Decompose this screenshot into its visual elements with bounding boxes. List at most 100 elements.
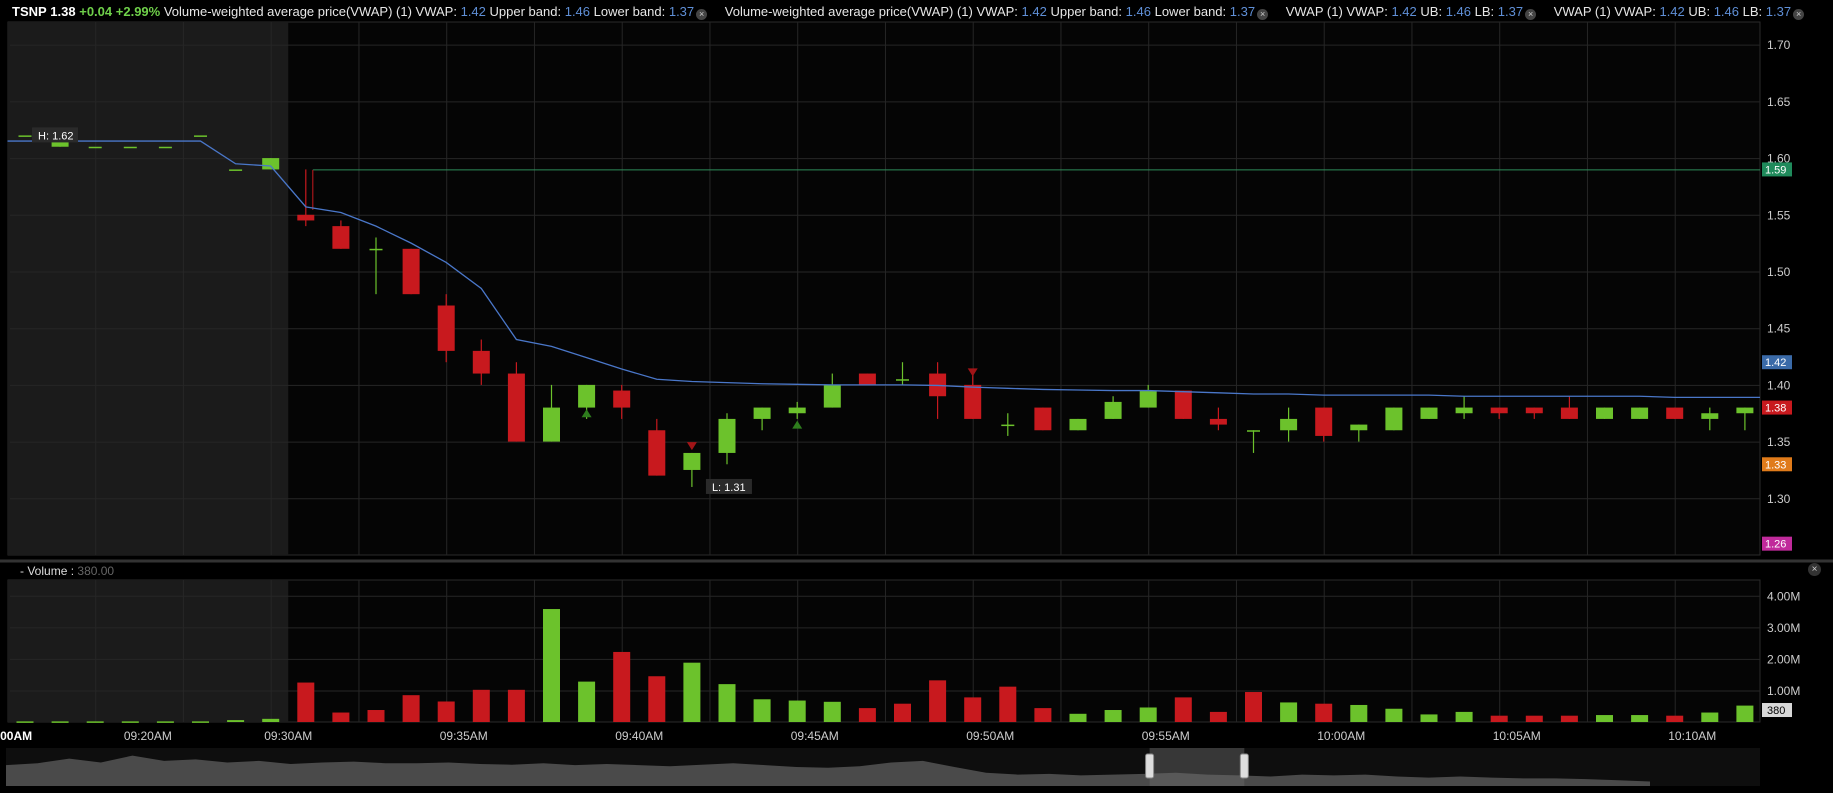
volume-bar bbox=[858, 708, 876, 722]
volume-bar bbox=[1420, 714, 1438, 722]
volume-bar bbox=[718, 684, 736, 722]
volume-bar bbox=[1350, 704, 1368, 722]
candle-body bbox=[402, 248, 420, 295]
volume-value: 380.00 bbox=[77, 564, 115, 578]
volume-bar bbox=[1490, 715, 1508, 722]
volume-axis-tick: 3.00M bbox=[1767, 621, 1800, 635]
time-axis-tick: 09:50AM bbox=[966, 729, 1014, 743]
candle-body bbox=[753, 407, 771, 419]
candle-body bbox=[718, 418, 736, 453]
volume-bar bbox=[683, 662, 701, 722]
time-axis-tick: 09:40AM bbox=[615, 729, 663, 743]
price-axis-tick: 1.65 bbox=[1767, 95, 1791, 109]
annotation-label: L: 1.31 bbox=[712, 482, 746, 494]
price-axis-tick: 1.35 bbox=[1767, 435, 1791, 449]
candle-body bbox=[1420, 407, 1438, 419]
candle-body bbox=[1315, 407, 1333, 436]
time-axis-tick: 10:05AM bbox=[1493, 729, 1541, 743]
candle-body bbox=[648, 430, 666, 476]
volume-panel-header: - Volume : 380.00 bbox=[20, 563, 114, 579]
candle-body bbox=[896, 379, 909, 381]
volume-bar bbox=[823, 701, 841, 722]
volume-axis-tick: 4.00M bbox=[1767, 589, 1800, 603]
price-axis-tick: 1.30 bbox=[1767, 492, 1791, 506]
volume-label: Volume bbox=[27, 564, 68, 578]
volume-bar bbox=[999, 686, 1017, 722]
volume-bar bbox=[472, 689, 490, 722]
candle-body bbox=[1455, 407, 1473, 414]
candle-body bbox=[1701, 413, 1719, 419]
navigator-handle[interactable] bbox=[1239, 753, 1249, 779]
volume-bar bbox=[1701, 712, 1719, 722]
navigator-handle[interactable] bbox=[1145, 753, 1155, 779]
volume-bar bbox=[192, 721, 209, 723]
candle-body bbox=[683, 452, 701, 470]
volume-bar bbox=[507, 689, 525, 722]
volume-bar bbox=[437, 701, 455, 722]
volume-bar bbox=[1209, 711, 1227, 722]
candle-body bbox=[1490, 407, 1508, 414]
volume-tag-label: 380 bbox=[1767, 705, 1785, 717]
candle-body bbox=[369, 248, 383, 251]
candle-body bbox=[613, 390, 631, 408]
volume-bar bbox=[648, 676, 666, 722]
candle-body bbox=[543, 407, 560, 442]
price-tag-label: 1.59 bbox=[1765, 164, 1786, 176]
volume-bar bbox=[1666, 715, 1684, 722]
volume-bar bbox=[1560, 715, 1578, 722]
time-axis-tick: 09:20AM bbox=[124, 729, 172, 743]
chart-canvas[interactable]: 1.701.651.601.551.501.451.401.351.304.00… bbox=[0, 0, 1833, 793]
volume-bar bbox=[753, 699, 771, 722]
price-tag-label: 1.33 bbox=[1765, 459, 1786, 471]
time-axis-tick: 09:30AM bbox=[264, 729, 312, 743]
candle-body bbox=[1209, 418, 1227, 425]
volume-bar bbox=[1631, 715, 1649, 722]
volume-bar bbox=[1174, 697, 1192, 722]
candle-body bbox=[1350, 424, 1368, 431]
volume-bar bbox=[929, 680, 947, 722]
close-icon[interactable]: × bbox=[1808, 563, 1821, 576]
volume-bar bbox=[1245, 692, 1262, 722]
price-axis-tick: 1.45 bbox=[1767, 322, 1791, 336]
volume-bar bbox=[227, 720, 245, 722]
collapse-toggle[interactable]: - bbox=[20, 564, 24, 578]
time-axis-tick: 09:45AM bbox=[791, 729, 839, 743]
volume-bar bbox=[1069, 713, 1087, 722]
candle-body bbox=[1666, 407, 1684, 419]
candle-body bbox=[858, 373, 876, 385]
volume-bar bbox=[1104, 710, 1122, 722]
volume-bar bbox=[894, 703, 911, 722]
candle-body bbox=[472, 350, 490, 374]
chart-window: TSNP 1.38 +0.04 +2.99% Volume-weighted a… bbox=[0, 0, 1833, 793]
volume-bar bbox=[156, 721, 174, 723]
volume-bar bbox=[578, 681, 596, 722]
candle-body bbox=[194, 135, 207, 137]
candle-body bbox=[1034, 407, 1052, 431]
volume-bar bbox=[367, 710, 385, 722]
volume-separator: : bbox=[70, 564, 75, 578]
price-tag-label: 1.26 bbox=[1765, 539, 1786, 551]
time-axis-tick: 10:10AM bbox=[1668, 729, 1716, 743]
candle-body bbox=[1174, 390, 1192, 419]
candle-body bbox=[158, 146, 172, 149]
price-axis-tick: 1.50 bbox=[1767, 265, 1791, 279]
candle-body bbox=[297, 214, 315, 221]
candle-body bbox=[229, 169, 243, 171]
price-tag-label: 1.38 bbox=[1765, 403, 1786, 415]
volume-bar bbox=[1596, 715, 1613, 722]
volume-bar bbox=[964, 697, 982, 722]
time-axis-tick: 09:55AM bbox=[1142, 729, 1190, 743]
time-axis-tick: 09:35AM bbox=[440, 729, 488, 743]
premarket-shade-volume bbox=[8, 580, 289, 722]
volume-bar bbox=[1736, 705, 1754, 722]
volume-bar bbox=[1525, 715, 1543, 722]
volume-bar bbox=[16, 721, 34, 723]
candle-body bbox=[1247, 430, 1260, 432]
annotation-label: H: 1.62 bbox=[38, 130, 73, 142]
time-axis-tick: 09:00AM bbox=[0, 729, 32, 743]
volume-bar bbox=[788, 700, 806, 722]
volume-bar bbox=[543, 609, 560, 722]
candle-body bbox=[1736, 407, 1754, 414]
price-axis-tick: 1.70 bbox=[1767, 38, 1791, 52]
candle-body bbox=[1139, 390, 1157, 408]
